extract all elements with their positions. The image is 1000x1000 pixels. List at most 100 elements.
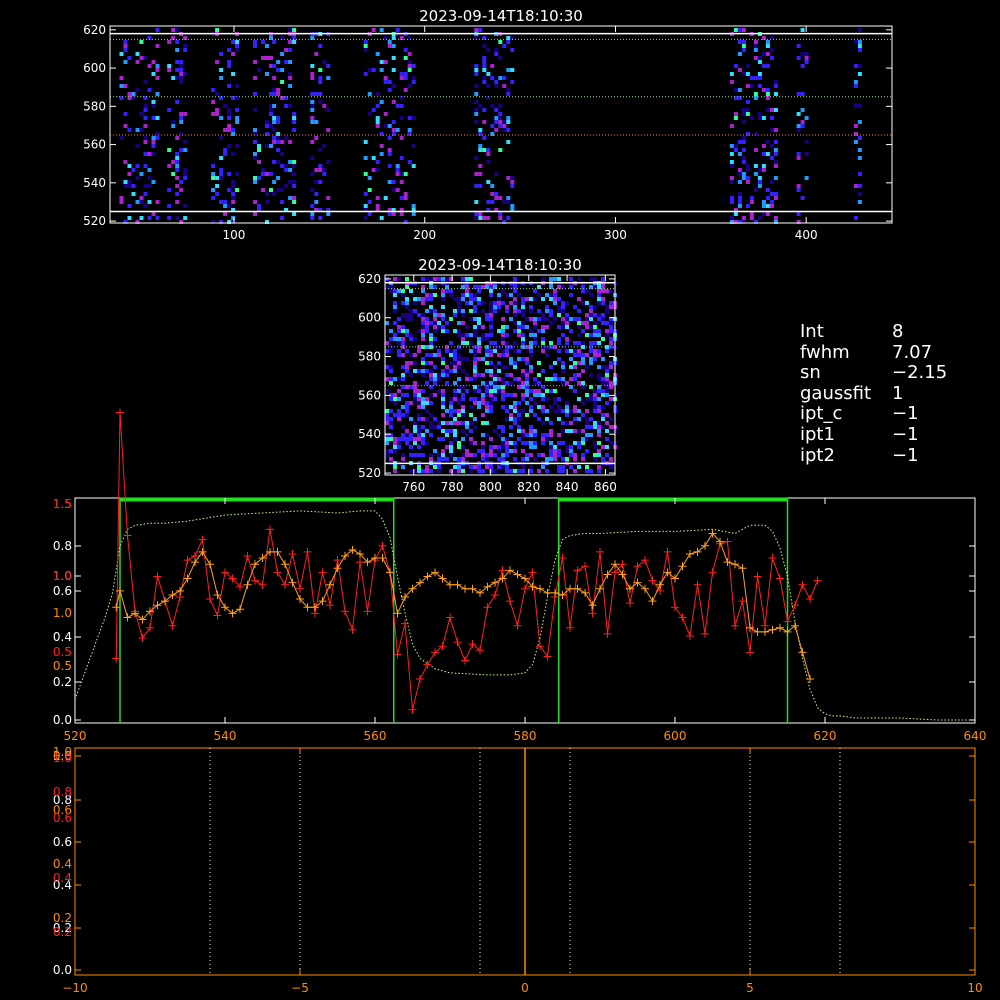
top-heatmap-pixel: [737, 28, 742, 32]
mid-heatmap-pixel: [513, 417, 517, 421]
top-heatmap-title: 2023-09-14T18:10:30: [419, 7, 583, 25]
mid-heatmap-pixel: [405, 393, 409, 397]
top-heatmap-pixel: [288, 72, 293, 76]
mid-heatmap-pixel: [401, 405, 405, 409]
mid-heatmap-pixel: [569, 421, 573, 425]
mid-heatmap-pixel: [513, 445, 517, 449]
mid-heatmap-pixel: [609, 441, 613, 445]
top-heatmap-pixel: [322, 172, 327, 176]
mid-heatmap-pixel: [493, 373, 497, 377]
top-heatmap-pixel: [310, 100, 315, 104]
mid-heatmap-pixel: [397, 389, 401, 393]
mid-heatmap-pixel: [577, 417, 581, 421]
mid-heatmap-pixel: [553, 409, 557, 413]
top-heatmap-pixel: [127, 204, 132, 208]
mid-heatmap-pixel: [573, 469, 577, 473]
top-heatmap-pixel: [272, 104, 277, 108]
mid-heatmap-pixel: [521, 457, 525, 461]
mid-heatmap-pixel: [385, 349, 389, 353]
mid-heatmap-pixel: [421, 373, 425, 377]
top-heatmap-pixel: [363, 216, 368, 220]
top-heatmap-pixel: [215, 28, 220, 32]
top-heatmap-pixel: [292, 172, 297, 176]
mid-heatmap-pixel: [609, 381, 613, 385]
top-heatmap-pixel: [773, 84, 778, 88]
mid-heatmap-pixel: [573, 317, 577, 321]
mid-heatmap-pixel: [429, 341, 433, 345]
mid-heatmap-pixel: [533, 457, 537, 461]
mid-heatmap-pixel: [413, 437, 417, 441]
mid-heatmap-pixel: [529, 329, 533, 333]
mid-heatmap-pixel: [397, 353, 401, 357]
mid-heatmap-pixel: [501, 333, 505, 337]
top-heatmap-pixel: [857, 48, 862, 52]
top-heatmap-pixel: [326, 128, 331, 132]
mid-heatmap-pixel: [501, 329, 505, 333]
top-heatmap-pixel: [857, 104, 862, 108]
top-heatmap-pixel: [326, 108, 331, 112]
mid-heatmap-pixel: [525, 369, 529, 373]
mid-heatmap-pixel: [601, 393, 605, 397]
mid-heatmap-pixel: [485, 337, 489, 341]
mid-heatmap-pixel: [553, 297, 557, 301]
top-heatmap-pixel: [757, 168, 762, 172]
top-heatmap-pixel: [276, 60, 281, 64]
mid-heatmap-pixel: [433, 381, 437, 385]
top-heatmap-pixel: [486, 160, 491, 164]
mid-heatmap-pixel: [445, 277, 449, 281]
mid-heatmap-pixel: [441, 317, 445, 321]
top-heatmap-pixel: [227, 64, 232, 68]
mid-heatmap-pixel: [513, 469, 517, 473]
mid-heatmap-pixel: [489, 397, 493, 401]
top-heatmap-pixel: [314, 92, 319, 96]
mid-heatmap-pixel: [409, 337, 413, 341]
mid-heatmap-pixel: [397, 341, 401, 345]
top-heatmap-pixel: [272, 192, 277, 196]
mid-heatmap-pixel: [385, 409, 389, 413]
mid-heatmap-pixel: [397, 409, 401, 413]
top-heatmap-pixel: [227, 128, 232, 132]
raw-profile-point: [168, 621, 177, 630]
mid-heatmap-pixel: [513, 289, 517, 293]
top-heatmap-pixel: [800, 108, 805, 112]
top-heatmap-pixel: [769, 48, 774, 52]
mid-heatmap-pixel: [441, 373, 445, 377]
profile-x-tick-label: 600: [664, 729, 687, 743]
mid-heatmap-pixel: [413, 353, 417, 357]
top-heatmap-pixel: [490, 76, 495, 80]
top-heatmap-pixel: [280, 140, 285, 144]
top-heatmap-pixel: [411, 164, 416, 168]
mid-heatmap-pixel: [549, 457, 553, 461]
mid-heatmap-pixel: [401, 301, 405, 305]
mid-heatmap-pixel: [513, 297, 517, 301]
top-heatmap-pixel: [292, 116, 297, 120]
mid-heatmap-pixel: [489, 405, 493, 409]
top-heatmap-pixel: [269, 112, 273, 116]
raw-profile-point: [296, 584, 304, 593]
raw-profile-point: [243, 552, 252, 560]
mid-heatmap-pixel: [597, 421, 601, 425]
mid-heatmap-pixel: [497, 369, 501, 373]
top-heatmap-pixel: [322, 60, 327, 64]
mid-heatmap-pixel: [413, 425, 417, 429]
top-heatmap-pixel: [773, 176, 778, 180]
top-heatmap-pixel: [292, 180, 297, 184]
top-heatmap-pixel: [288, 40, 293, 44]
mid-heatmap-pixel: [417, 401, 421, 405]
mid-heatmap-pixel: [541, 313, 545, 317]
mid-heatmap-pixel: [433, 417, 437, 421]
mid-heatmap-pixel: [521, 429, 525, 433]
top-heatmap-pixel: [231, 180, 236, 184]
mid-heatmap-pixel: [541, 453, 545, 457]
mid-heatmap-pixel: [429, 425, 433, 429]
top-heatmap-pixel: [171, 124, 176, 128]
mid-heatmap-pixel: [489, 409, 493, 413]
mid-heatmap-pixel: [445, 349, 449, 353]
mid-heatmap-pixel: [397, 437, 401, 441]
mid-heatmap-pixel: [417, 437, 421, 441]
top-heatmap-pixel: [322, 104, 327, 108]
mid-heatmap-pixel: [425, 381, 429, 385]
top-heatmap-pixel: [853, 124, 858, 128]
top-heatmap-pixel: [123, 124, 128, 128]
mid-heatmap-pixel: [533, 413, 537, 417]
